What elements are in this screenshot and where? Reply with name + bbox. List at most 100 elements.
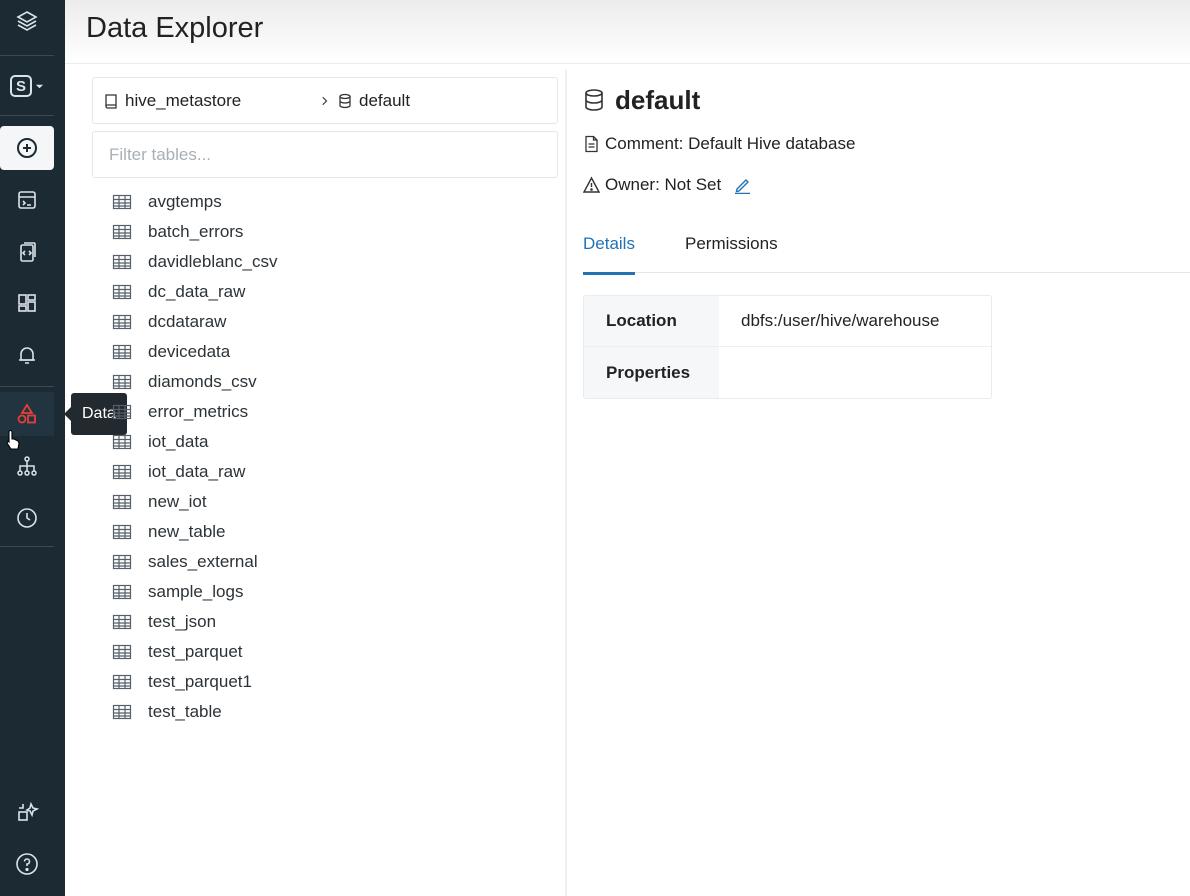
rail-divider <box>0 386 54 387</box>
hand-cursor-icon <box>6 430 20 450</box>
filter-tables-input[interactable] <box>92 131 558 178</box>
table-row[interactable]: sample_logs <box>92 577 558 607</box>
owner-row: Owner: Not Set <box>583 175 751 195</box>
rail-divider <box>0 55 54 56</box>
table-row[interactable]: test_parquet1 <box>92 667 558 697</box>
tab-permissions[interactable]: Permissions <box>685 234 778 272</box>
table-icon <box>112 434 132 450</box>
breadcrumb-catalog[interactable]: hive_metastore <box>103 91 241 111</box>
table-icon <box>112 614 132 630</box>
table-icon <box>112 524 132 540</box>
breadcrumb-schema-label: default <box>359 90 411 110</box>
help-icon <box>16 853 38 875</box>
database-name: default <box>615 84 701 115</box>
sql-editor-icon <box>18 191 36 209</box>
create-button[interactable] <box>0 126 54 170</box>
queries-icon <box>20 242 36 262</box>
chevron-right-icon <box>322 96 328 105</box>
rail-divider <box>0 115 54 116</box>
partner-connect-button[interactable] <box>0 790 54 834</box>
owner-text: Owner: Not Set <box>605 175 722 194</box>
data-icon <box>17 403 36 424</box>
page-header: Data Explorer <box>65 0 1190 64</box>
alerts-button[interactable] <box>0 333 54 377</box>
dashboards-button[interactable] <box>0 281 54 325</box>
breadcrumb-catalog-label: hive_metastore <box>125 90 242 110</box>
history-button[interactable] <box>0 496 54 540</box>
table-icon <box>112 404 132 420</box>
table-icon <box>112 704 132 720</box>
comment-row: Comment: Default Hive database <box>583 134 855 154</box>
table-name: devicedata <box>148 342 231 361</box>
table-name: test_json <box>148 612 217 631</box>
table-name: avgtemps <box>148 192 222 211</box>
table-name: iot_data <box>148 432 209 451</box>
breadcrumb: hive_metastore default <box>92 77 558 124</box>
table-name: error_metrics <box>148 402 249 421</box>
database-icon <box>585 89 603 111</box>
details-value: dbfs:/user/hive/warehouse <box>741 311 940 330</box>
persona-switcher-icon: S <box>10 75 44 97</box>
table-icon <box>112 554 132 570</box>
table-name: iot_data_raw <box>148 462 246 481</box>
databricks-logo-icon[interactable] <box>0 0 54 42</box>
table-icon <box>112 494 132 510</box>
table-row[interactable]: devicedata <box>92 337 558 367</box>
dashboards-icon <box>18 294 36 312</box>
table-name: test_parquet <box>148 642 243 661</box>
table-row[interactable]: sales_external <box>92 547 558 577</box>
database-title: default <box>583 80 1190 120</box>
table-name: new_table <box>148 522 226 541</box>
table-name: dc_data_raw <box>148 282 246 301</box>
details-row-properties: Properties <box>584 347 991 398</box>
history-icon <box>17 508 37 528</box>
edit-icon[interactable] <box>734 176 751 194</box>
rail-divider <box>0 546 54 547</box>
table-name: new_iot <box>148 492 207 511</box>
database-icon <box>339 93 351 108</box>
table-row[interactable]: test_parquet <box>92 637 558 667</box>
persona-switcher-button[interactable]: S <box>0 64 54 108</box>
page-title: Data Explorer <box>86 12 264 44</box>
table-row[interactable]: new_table <box>92 517 558 547</box>
document-icon <box>585 135 598 153</box>
catalog-icon <box>105 93 117 109</box>
table-row[interactable]: dc_data_raw <box>92 277 558 307</box>
table-row[interactable]: test_json <box>92 607 558 637</box>
breadcrumb-schema[interactable]: default <box>319 91 410 111</box>
workspace-letter: S <box>10 75 32 97</box>
tab-details[interactable]: Details <box>583 234 635 275</box>
sql-editor-button[interactable] <box>0 178 54 222</box>
table-row[interactable]: diamonds_csv <box>92 367 558 397</box>
panel-divider <box>565 70 567 896</box>
table-icon <box>112 674 132 690</box>
table-name: davidleblanc_csv <box>148 252 278 271</box>
table-name: sample_logs <box>148 582 244 601</box>
table-name: diamonds_csv <box>148 372 257 391</box>
table-row[interactable]: iot_data_raw <box>92 457 558 487</box>
table-row[interactable]: iot_data <box>92 427 558 457</box>
details-key: Properties <box>584 347 719 398</box>
table-icon <box>112 314 132 330</box>
table-row[interactable]: new_iot <box>92 487 558 517</box>
table-row[interactable]: error_metrics <box>92 397 558 427</box>
help-button[interactable] <box>0 842 54 886</box>
partner-connect-icon <box>18 801 39 821</box>
table-row[interactable]: test_table <box>92 697 558 727</box>
table-icon <box>112 584 132 600</box>
table-row[interactable]: batch_errors <box>92 217 558 247</box>
create-icon <box>17 138 37 158</box>
table-icon <box>112 464 132 480</box>
table-list: avgtemps batch_errors davidleblanc_csv dc_d… <box>92 187 558 727</box>
table-row[interactable]: avgtemps <box>92 187 558 217</box>
table-row[interactable]: dcdataraw <box>92 307 558 337</box>
queries-button[interactable] <box>0 230 54 274</box>
details-row-location: Location dbfs:/user/hive/warehouse <box>584 296 991 347</box>
table-row[interactable]: davidleblanc_csv <box>92 247 558 277</box>
table-browser: hive_metastore default avgtemps batch_err… <box>92 77 558 727</box>
table-icon <box>112 284 132 300</box>
details-key: Location <box>584 296 719 346</box>
detail-tabs: Details Permissions <box>583 226 1190 275</box>
table-icon <box>112 644 132 660</box>
table-name: dcdataraw <box>148 312 227 331</box>
